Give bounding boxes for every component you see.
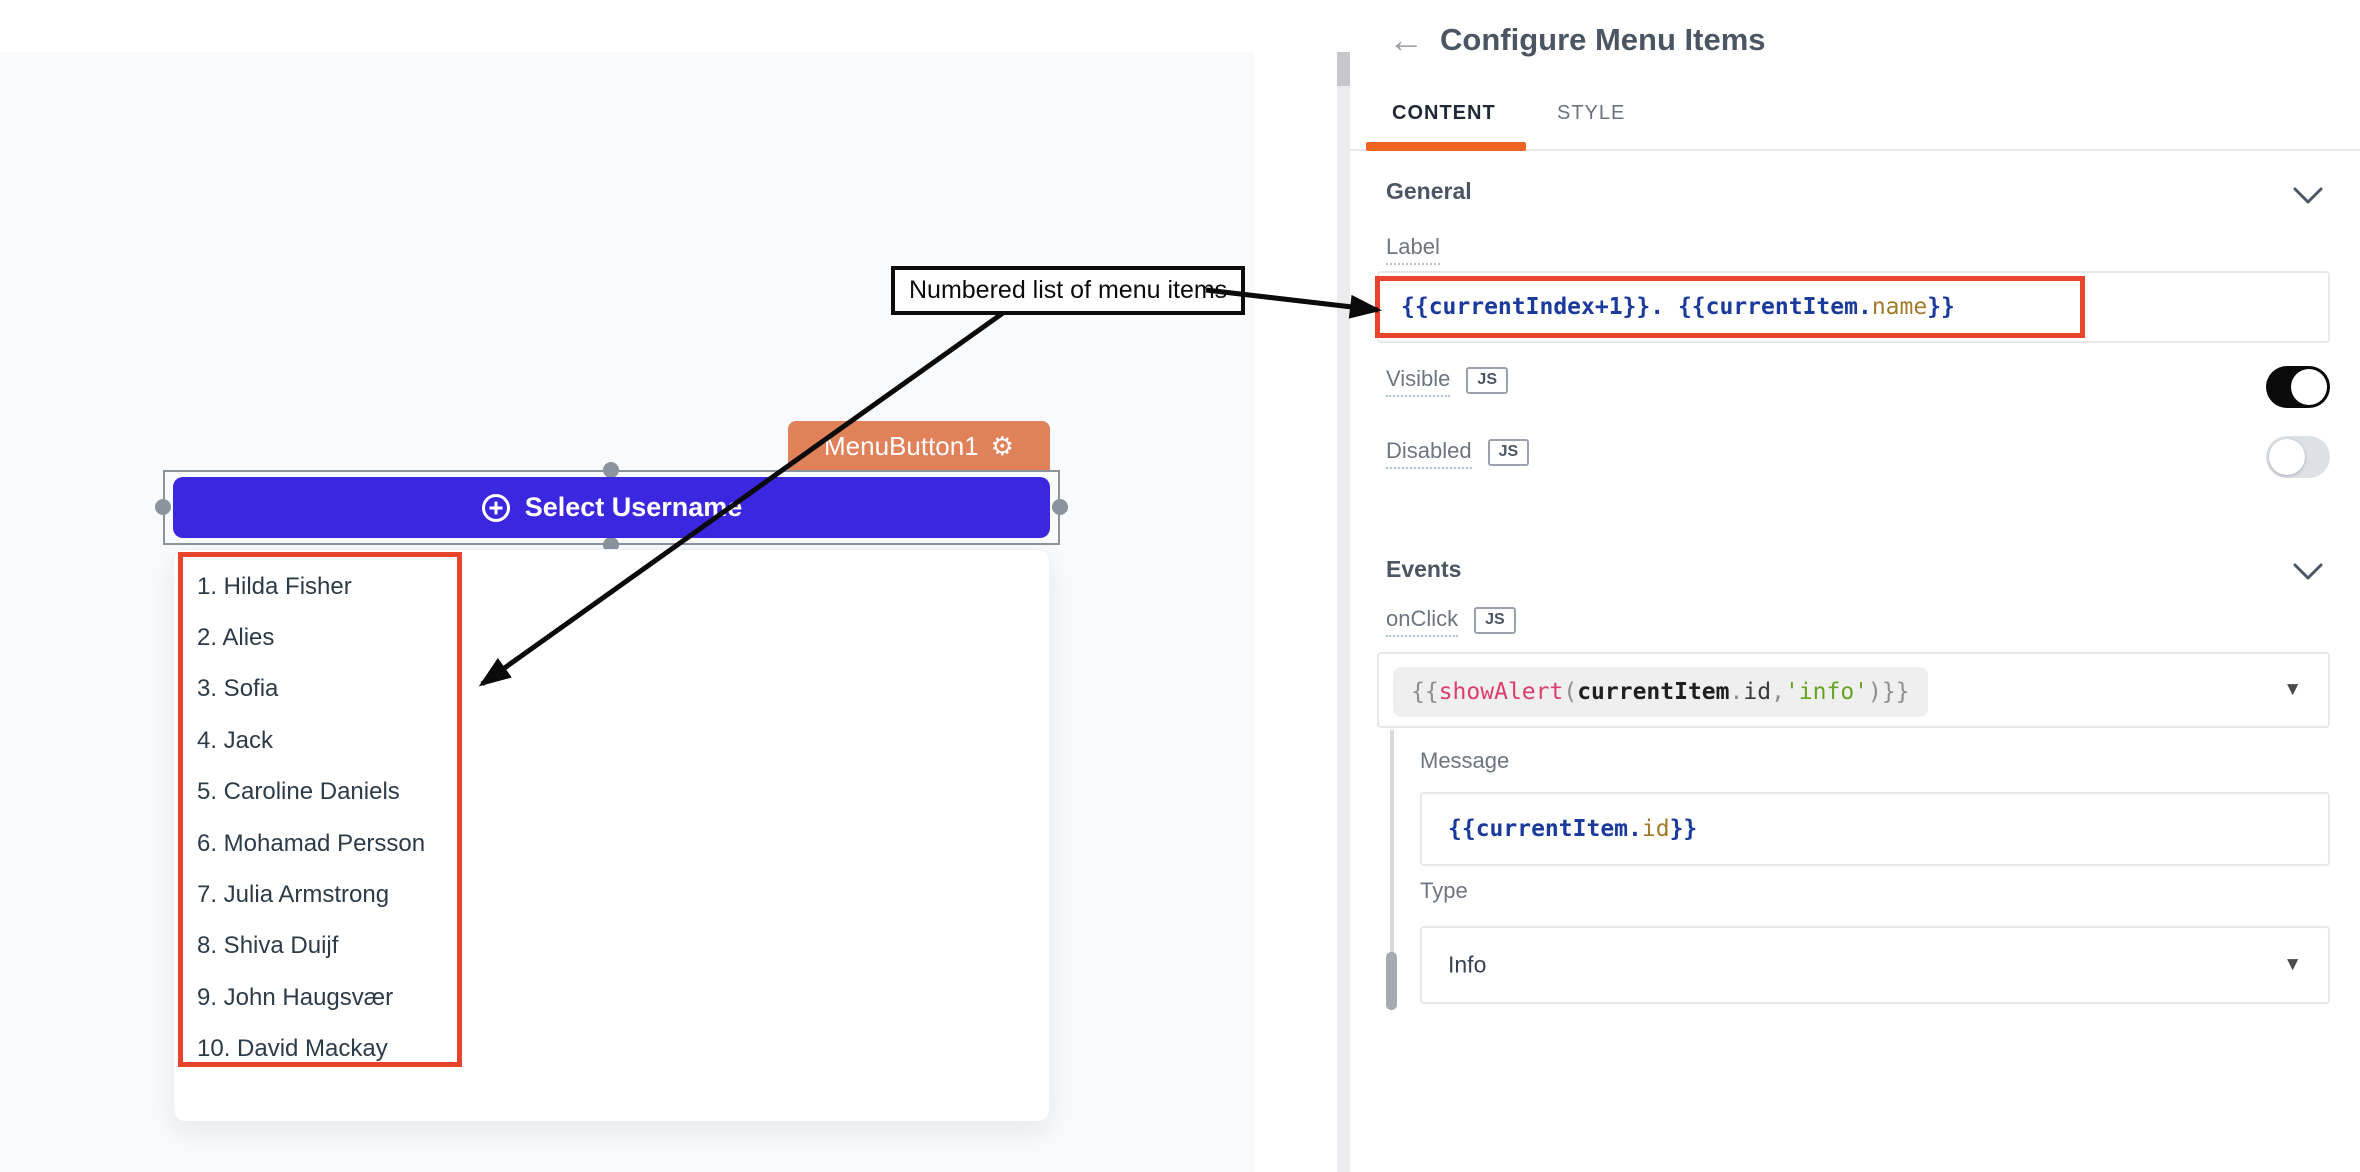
- resize-handle-left[interactable]: [155, 499, 171, 515]
- visible-field-label: VisibleJS: [1386, 366, 1508, 394]
- label-field-label: Label: [1386, 234, 1440, 260]
- message-field-label: Message: [1420, 748, 1509, 774]
- back-button[interactable]: ←: [1384, 18, 1428, 62]
- type-select[interactable]: Info ▼: [1420, 926, 2330, 1004]
- divider-scrollbar-thumb[interactable]: [1337, 52, 1350, 86]
- resize-handle-right[interactable]: [1052, 499, 1068, 515]
- menu-button-label: Select Username: [525, 492, 743, 523]
- annotation-red-box-menu-list: [178, 552, 462, 1067]
- section-header-general[interactable]: General: [1386, 178, 1472, 205]
- event-config-scrollbar-thumb[interactable]: [1386, 952, 1397, 1010]
- chevron-down-icon[interactable]: [2292, 186, 2324, 206]
- disabled-toggle[interactable]: [2266, 436, 2330, 478]
- message-code: {{currentItem.id}}: [1448, 816, 1697, 842]
- type-field-label: Type: [1420, 878, 1468, 904]
- disabled-field-label: DisabledJS: [1386, 438, 1529, 466]
- onclick-js-toggle[interactable]: JS: [1474, 607, 1516, 634]
- onclick-action-select[interactable]: {{showAlert(currentItem.id,'info')}} ▼: [1377, 652, 2330, 728]
- section-header-events[interactable]: Events: [1386, 556, 1461, 583]
- active-tab-underline: [1366, 142, 1526, 151]
- chevron-down-icon[interactable]: [2292, 562, 2324, 582]
- panel-resize-divider[interactable]: [1337, 52, 1350, 1172]
- annotation-red-box-label: [1375, 276, 2085, 338]
- tab-content[interactable]: CONTENT: [1392, 102, 1496, 125]
- caret-down-icon: ▼: [2283, 679, 2302, 701]
- resize-handle-top[interactable]: [603, 462, 619, 478]
- gear-icon[interactable]: ⚙: [991, 433, 1014, 459]
- type-select-value: Info: [1448, 952, 1486, 979]
- app-root: MenuButton1 ⚙ Select Username 1. Hilda F…: [0, 0, 2360, 1172]
- visible-js-toggle[interactable]: JS: [1466, 367, 1508, 394]
- caret-down-icon: ▼: [2283, 954, 2302, 976]
- onclick-code: {{showAlert(currentItem.id,'info')}}: [1411, 679, 1910, 705]
- disabled-js-toggle[interactable]: JS: [1488, 439, 1530, 466]
- property-panel: ← Configure Menu Items CONTENT STYLE Gen…: [1350, 0, 2360, 1172]
- canvas: MenuButton1 ⚙ Select Username 1. Hilda F…: [0, 52, 1254, 1172]
- tab-style[interactable]: STYLE: [1557, 102, 1625, 125]
- panel-title: Configure Menu Items: [1440, 22, 1766, 58]
- onclick-field-label: onClickJS: [1386, 606, 1516, 634]
- menu-button[interactable]: Select Username: [173, 477, 1050, 538]
- annotation-callout: Numbered list of menu items: [891, 266, 1245, 315]
- onclick-action-pill: {{showAlert(currentItem.id,'info')}}: [1393, 667, 1928, 717]
- visible-toggle[interactable]: [2266, 366, 2330, 408]
- message-code-input[interactable]: {{currentItem.id}}: [1420, 792, 2330, 866]
- back-arrow-icon: ←: [1388, 19, 1424, 61]
- widget-name-tag[interactable]: MenuButton1 ⚙: [788, 421, 1050, 471]
- widget-name-label: MenuButton1: [824, 431, 979, 462]
- plus-circle-icon: [481, 493, 511, 523]
